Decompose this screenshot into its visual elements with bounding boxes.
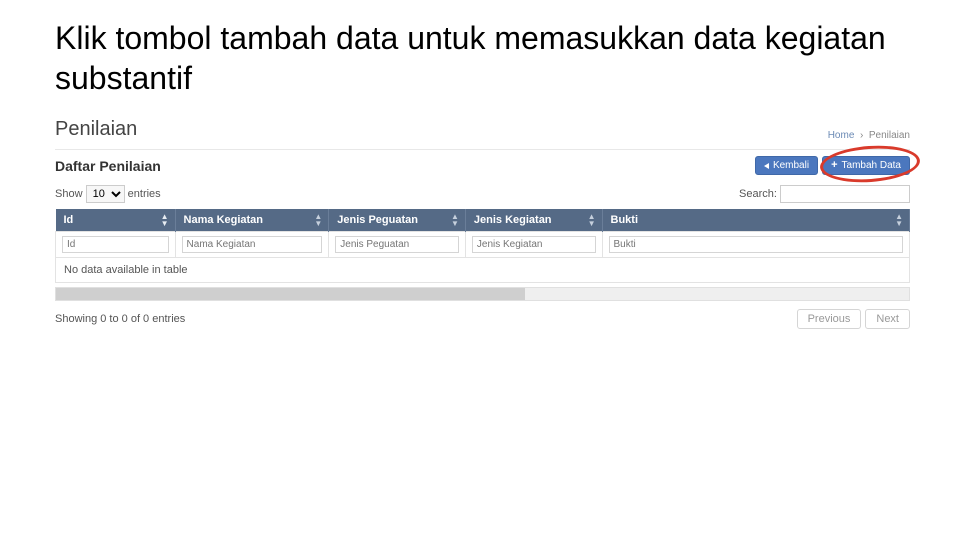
- sort-icon: ▲▼: [588, 213, 596, 227]
- filter-row: [56, 232, 910, 258]
- sort-icon: ▲▼: [451, 213, 459, 227]
- back-button[interactable]: Kembali: [755, 156, 818, 175]
- col-nama-kegiatan-label: Nama Kegiatan: [184, 214, 263, 226]
- plus-icon: +: [831, 160, 837, 171]
- col-jenis-peguatan-header[interactable]: Jenis Peguatan ▲▼: [329, 209, 466, 232]
- search-label: Search:: [739, 188, 777, 200]
- app-screenshot: Penilaian Home › Penilaian Daftar Penila…: [0, 108, 960, 329]
- scrollbar-thumb[interactable]: [56, 288, 525, 300]
- pagination: Previous Next: [797, 309, 910, 329]
- col-bukti-label: Bukti: [611, 214, 639, 226]
- search-input[interactable]: [780, 185, 910, 203]
- back-button-label: Kembali: [773, 160, 809, 171]
- add-data-button-label: Tambah Data: [842, 160, 901, 171]
- show-label-post: entries: [128, 188, 161, 200]
- sort-icon: ▲▼: [161, 213, 169, 227]
- sort-icon: ▲▼: [314, 213, 322, 227]
- sort-icon: ▲▼: [895, 213, 903, 227]
- panel-title: Daftar Penilaian: [55, 158, 161, 174]
- filter-nama-kegiatan-input[interactable]: [182, 236, 323, 253]
- col-id-header[interactable]: Id ▲▼: [56, 209, 176, 232]
- page-title: Penilaian: [55, 118, 137, 141]
- col-nama-kegiatan-header[interactable]: Nama Kegiatan ▲▼: [175, 209, 329, 232]
- arrow-left-icon: [764, 163, 769, 169]
- col-jenis-peguatan-label: Jenis Peguatan: [337, 214, 418, 226]
- slide-instruction-title: Klik tombol tambah data untuk memasukkan…: [0, 0, 960, 108]
- table-info-text: Showing 0 to 0 of 0 entries: [55, 313, 185, 325]
- show-entries-control: Show 10 entries: [55, 185, 161, 203]
- show-label-pre: Show: [55, 188, 83, 200]
- search-control: Search:: [739, 185, 910, 203]
- empty-table-row: No data available in table: [56, 258, 910, 283]
- filter-jenis-kegiatan-input[interactable]: [472, 236, 596, 253]
- col-id-label: Id: [64, 214, 74, 226]
- next-button[interactable]: Next: [865, 309, 910, 329]
- add-data-button[interactable]: + Tambah Data: [822, 156, 910, 175]
- filter-id-input[interactable]: [62, 236, 169, 253]
- previous-button[interactable]: Previous: [797, 309, 862, 329]
- show-entries-select[interactable]: 10: [86, 185, 125, 203]
- breadcrumb-current: Penilaian: [869, 130, 910, 141]
- horizontal-scrollbar[interactable]: [55, 287, 910, 301]
- filter-bukti-input[interactable]: [609, 236, 903, 253]
- col-jenis-kegiatan-header[interactable]: Jenis Kegiatan ▲▼: [465, 209, 602, 232]
- filter-jenis-peguatan-input[interactable]: [335, 236, 459, 253]
- breadcrumb-home-link[interactable]: Home: [828, 130, 855, 141]
- penilaian-table: Id ▲▼ Nama Kegiatan ▲▼ Jenis Peguatan ▲▼…: [55, 209, 910, 283]
- col-jenis-kegiatan-label: Jenis Kegiatan: [474, 214, 552, 226]
- breadcrumb: Home › Penilaian: [828, 130, 910, 141]
- col-bukti-header[interactable]: Bukti ▲▼: [602, 209, 909, 232]
- empty-table-message: No data available in table: [56, 258, 910, 283]
